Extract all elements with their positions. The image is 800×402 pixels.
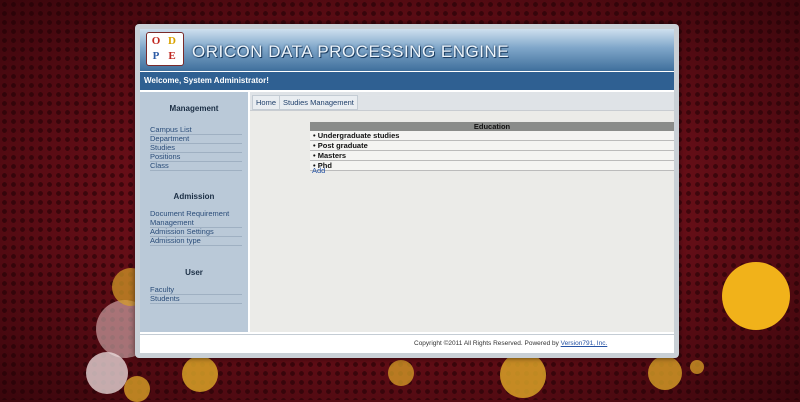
logo-letter: D [168, 35, 176, 47]
table-row: • Post graduate [310, 140, 674, 151]
background-bokeh [388, 360, 414, 386]
row-label: Masters [317, 151, 347, 160]
sidebar-item-class[interactable]: Class [150, 161, 242, 171]
education-table: Education • Undergraduate studies • Post… [310, 122, 674, 171]
logo-letter: O [151, 35, 161, 47]
table-header: Education [310, 122, 674, 131]
browser-frame: O D P E ORICON DATA PROCESSING ENGINE We… [135, 24, 679, 358]
copyright-text: Copyright ©2011 All Rights Reserved. Pow… [414, 340, 559, 347]
sidebar-item-document-requirement[interactable]: Document Requirement Management [150, 209, 242, 228]
background-bokeh [124, 376, 150, 402]
logo-letter: E [168, 50, 176, 62]
background-bokeh [182, 356, 218, 392]
tab-home[interactable]: Home [252, 95, 281, 110]
sidebar-heading-user: User [185, 268, 203, 277]
background-bokeh [648, 356, 682, 390]
sidebar-item-admission-type[interactable]: Admission type [150, 236, 242, 246]
app-title: ORICON DATA PROCESSING ENGINE [192, 42, 510, 61]
main-content: Home Studies Management Education • Unde… [250, 92, 674, 332]
sidebar-heading-management: Management [169, 104, 219, 113]
bullet: • [313, 141, 316, 150]
background-bokeh [86, 352, 128, 394]
logo: O D P E [146, 32, 184, 66]
header-banner: O D P E ORICON DATA PROCESSING ENGINE [140, 29, 674, 71]
row-label: Undergraduate studies [317, 131, 400, 140]
background-bokeh [722, 262, 790, 330]
background-bokeh [690, 360, 704, 374]
tab-bar: Home Studies Management [250, 92, 674, 111]
app-window: O D P E ORICON DATA PROCESSING ENGINE We… [140, 29, 674, 353]
tab-studies-management[interactable]: Studies Management [279, 95, 358, 110]
sidebar: Management Campus List Department Studie… [140, 92, 248, 332]
table-row: • Masters [310, 150, 674, 161]
footer-text: Copyright ©2011 All Rights Reserved. Pow… [414, 340, 607, 347]
background-bokeh [500, 352, 546, 398]
table-row: • Undergraduate studies [310, 131, 674, 141]
sidebar-heading-admission: Admission [173, 192, 215, 201]
sidebar-item-students[interactable]: Students [150, 294, 242, 304]
footer: Copyright ©2011 All Rights Reserved. Pow… [140, 334, 674, 353]
table-row: • Phd [310, 160, 674, 171]
logo-letter: P [152, 50, 160, 62]
row-label: Post graduate [317, 141, 368, 150]
bullet: • [313, 151, 316, 160]
welcome-bar: Welcome, System Administrator! [140, 72, 674, 90]
powered-by-link[interactable]: Version791, Inc. [561, 340, 608, 347]
bullet: • [313, 131, 316, 140]
add-link[interactable]: Add [312, 166, 325, 175]
